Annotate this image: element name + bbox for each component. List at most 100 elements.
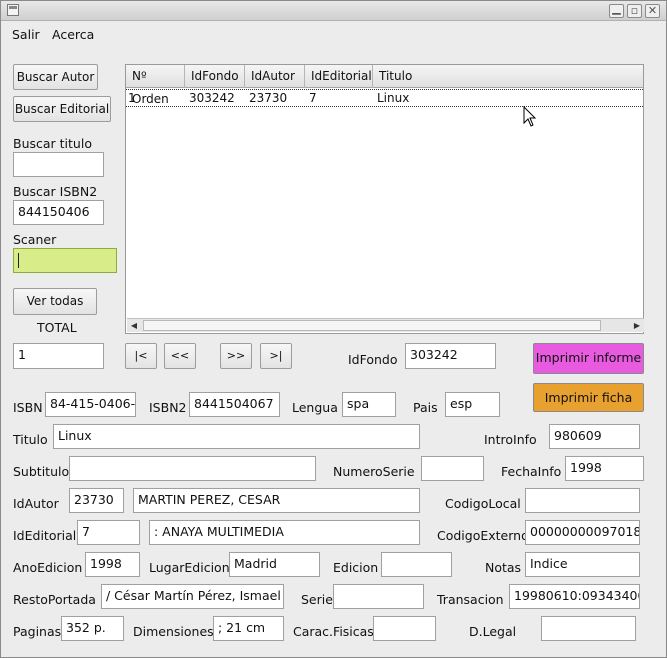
idautor-label: IdAutor [13,496,59,511]
caracfisicas-field[interactable] [373,616,436,641]
minimize-button[interactable]: ▁ [609,2,624,18]
isbn2-label: ISBN2 [149,400,187,415]
isbn2-field[interactable]: 8441504067 [189,392,280,417]
menu-bar: Salir Acerca [1,22,666,46]
prev-record-button[interactable]: << [164,343,196,369]
buscar-isbn2-input[interactable]: 844150406 [13,200,104,225]
autor-name-field[interactable]: MARTIN PEREZ, CESAR [133,488,420,513]
transaccion-field[interactable]: 19980610:09343400 [509,584,640,609]
introinfo-label: IntroInfo [484,432,537,447]
horizontal-scrollbar[interactable]: ◀ ▶ [127,318,644,332]
col-header-ideditorial[interactable]: IdEditorial [305,65,373,88]
imprimir-ficha-button[interactable]: Imprimir ficha [533,383,644,412]
edicion-field[interactable] [381,552,452,577]
editorial-name-field[interactable]: : ANAYA MULTIMEDIA [149,520,420,545]
minimize-icon: ▁ [612,2,621,15]
caracfisicas-label: Carac.Fisicas [293,624,374,639]
buscar-titulo-label: Buscar titulo [13,136,92,151]
numeroserie-label: NumeroSerie [333,464,415,479]
scaner-input[interactable] [13,248,117,273]
buscar-autor-button[interactable]: Buscar Autor [13,64,98,90]
cell-idfondo: 303242 [189,91,235,105]
edicion-label: Edicion [333,560,379,575]
title-bar: ▁ ▫ ✕ [1,1,666,21]
app-window: ▁ ▫ ✕ Salir Acerca Buscar Autor Buscar E… [0,0,667,658]
anoedicion-field[interactable]: 1998 [85,552,140,577]
titulo-field[interactable]: Linux [53,424,420,449]
isbn-field[interactable]: 84-415-0406-7 [45,392,136,417]
total-field: 1 [13,343,104,369]
anoedicion-label: AnoEdicion [13,560,83,575]
idfondo-label: IdFondo [348,352,398,367]
restoportada-field[interactable]: / César Martín Pérez, Ismael Pé [101,584,284,609]
notas-label: Notas [485,560,522,575]
pais-field[interactable]: esp [445,392,500,417]
scroll-left-icon[interactable]: ◀ [127,320,141,331]
col-header-titulo[interactable]: Titulo [373,65,643,88]
paginas-label: Paginas [13,624,62,639]
mouse-pointer-icon [523,106,537,127]
dlegal-field[interactable] [541,616,636,641]
serie-field[interactable] [333,584,424,609]
menu-acerca[interactable]: Acerca [52,27,94,42]
subtitulo-label: Subtitulo [13,464,70,479]
col-header-orden[interactable]: Nº Orden [126,65,185,106]
dlegal-label: D.Legal [469,624,517,639]
ver-todas-button[interactable]: Ver todas [13,288,97,315]
maximize-button[interactable]: ▫ [627,4,642,18]
lugaredicion-field[interactable]: Madrid [229,552,320,577]
numeroserie-field[interactable] [421,456,484,481]
ideditorial-label: IdEditorial [13,528,77,543]
text-cursor [18,253,19,268]
results-grid[interactable]: Nº Orden IdFondo IdAutor IdEditorial Tit… [125,64,644,334]
col-header-idfondo[interactable]: IdFondo [185,65,245,88]
idfondo-field[interactable]: 303242 [405,343,496,369]
lengua-field[interactable]: spa [342,392,396,417]
scaner-label: Scaner [13,232,57,247]
transaccion-label: Transacion [437,592,504,607]
idautor-field[interactable]: 23730 [69,488,124,513]
pais-label: Pais [413,400,438,415]
next-record-button[interactable]: >> [220,343,252,369]
menu-salir[interactable]: Salir [12,27,40,42]
imprimir-informe-button[interactable]: Imprimir informe [533,343,644,374]
buscar-isbn2-label: Buscar ISBN2 [13,184,98,199]
codigolocal-field[interactable] [525,488,640,513]
last-record-button[interactable]: >| [260,343,292,369]
isbn-label: ISBN [13,400,43,415]
total-label: TOTAL [37,320,77,335]
first-record-button[interactable]: |< [125,343,157,369]
fechainfo-field[interactable]: 1998 [565,456,644,481]
introinfo-field[interactable]: 980609 [549,424,640,449]
codigoexterno-label: CodigoExterno [437,528,529,543]
lugaredicion-label: LugarEdicion [149,560,230,575]
table-row[interactable]: 1 303242 23730 7 Linux [126,89,643,107]
codigolocal-label: CodigoLocal [445,496,521,511]
dimensiones-field[interactable]: ; 21 cm [213,616,284,641]
buscar-editorial-button[interactable]: Buscar Editorial [13,96,111,122]
scroll-thumb[interactable] [143,320,601,331]
cell-ideditorial: 7 [309,91,317,105]
dimensiones-label: Dimensiones [133,624,214,639]
close-icon: ✕ [647,4,658,17]
maximize-icon: ▫ [630,4,639,17]
cell-idautor: 23730 [249,91,288,105]
scroll-right-icon[interactable]: ▶ [630,320,644,331]
paginas-field[interactable]: 352 p. [61,616,124,641]
cell-orden: 1 [128,91,136,105]
notas-field[interactable]: Indice [525,552,640,577]
grid-header: Nº Orden IdFondo IdAutor IdEditorial Tit… [126,65,643,106]
close-button[interactable]: ✕ [645,4,660,18]
buscar-titulo-input[interactable] [13,152,104,177]
app-icon [7,4,19,16]
subtitulo-field[interactable] [69,456,316,481]
fechainfo-label: FechaInfo [501,464,562,479]
codigoexterno-field[interactable]: 00000000097018 [525,520,640,545]
cell-titulo: Linux [377,91,410,105]
ideditorial-field[interactable]: 7 [77,520,140,545]
lengua-label: Lengua [292,400,338,415]
titulo-label: Titulo [13,432,48,447]
serie-label: Serie [301,592,333,607]
col-header-idautor[interactable]: IdAutor [245,65,305,88]
restoportada-label: RestoPortada [13,592,96,607]
